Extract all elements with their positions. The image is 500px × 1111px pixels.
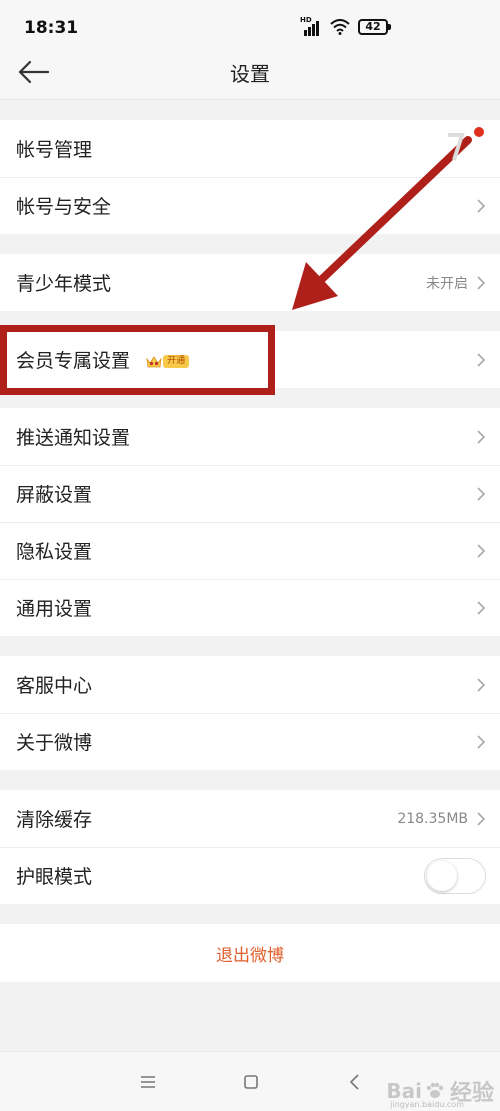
status-time: 18:31	[24, 18, 79, 38]
annotation-highlight-box	[0, 325, 275, 395]
eye-mode-toggle[interactable]	[424, 857, 486, 894]
nav-bar: 设置	[0, 60, 500, 100]
baidu-watermark: Bai 经验 jingyan.baidu.com	[386, 1075, 494, 1109]
account-manage-row[interactable]: 帐号管理	[0, 120, 500, 177]
cache-group: 清除缓存 218.35MB 护眼模式	[0, 790, 500, 904]
about-row[interactable]: 关于微博	[0, 713, 500, 770]
clear-cache-row[interactable]: 清除缓存 218.35MB	[0, 790, 500, 847]
push-settings-label: 推送通知设置	[16, 427, 131, 449]
paw-icon	[426, 1082, 444, 1098]
account-security-label: 帐号与安全	[16, 196, 112, 218]
customer-service-label: 客服中心	[16, 675, 93, 697]
page-title: 设置	[230, 62, 270, 86]
youth-group: 青少年模式 未开启	[0, 254, 500, 311]
customer-service-row[interactable]: 客服中心	[0, 656, 500, 713]
account-group: 帐号管理 帐号与安全	[0, 120, 500, 234]
chevron-right-icon	[477, 677, 486, 692]
toggle-knob	[427, 860, 457, 891]
privacy-settings-label: 隐私设置	[16, 541, 93, 563]
chevron-right-icon	[477, 352, 486, 367]
wifi-icon	[330, 19, 350, 35]
eye-mode-label: 护眼模式	[16, 866, 93, 888]
block-settings-row[interactable]: 屏蔽设置	[0, 465, 500, 522]
chevron-right-icon	[477, 811, 486, 826]
chevron-right-icon	[477, 486, 486, 501]
chevron-right-icon	[477, 600, 486, 615]
youth-mode-status: 未开启	[426, 275, 468, 292]
status-icons: HD 42	[300, 16, 391, 36]
clear-cache-label: 清除缓存	[16, 809, 93, 831]
block-settings-label: 屏蔽设置	[16, 484, 93, 506]
home-icon[interactable]	[241, 1072, 261, 1092]
help-group: 客服中心 关于微博	[0, 656, 500, 770]
red-dot-indicator	[474, 127, 484, 137]
watermark-url: jingyan.baidu.com	[390, 1100, 464, 1109]
signal-icon: HD	[300, 16, 322, 36]
battery-icon: 42	[358, 19, 391, 35]
chevron-right-icon	[477, 198, 486, 213]
back-icon[interactable]	[345, 1072, 365, 1092]
status-bar: 18:31 HD 42	[0, 0, 500, 60]
chevron-right-icon	[477, 543, 486, 558]
chevron-right-icon	[477, 275, 486, 290]
youth-mode-row[interactable]: 青少年模式 未开启	[0, 254, 500, 311]
general-settings-row[interactable]: 通用设置	[0, 579, 500, 636]
eye-mode-row: 护眼模式	[0, 847, 500, 904]
push-settings-row[interactable]: 推送通知设置	[0, 408, 500, 465]
general-settings-label: 通用设置	[16, 598, 93, 620]
account-security-row[interactable]: 帐号与安全	[0, 177, 500, 234]
account-manage-label: 帐号管理	[16, 139, 93, 161]
menu-icon[interactable]	[138, 1072, 158, 1092]
settings-group: 推送通知设置 屏蔽设置 隐私设置 通用设置	[0, 408, 500, 636]
youth-mode-label: 青少年模式	[16, 273, 112, 295]
about-label: 关于微博	[16, 732, 93, 754]
privacy-settings-row[interactable]: 隐私设置	[0, 522, 500, 579]
chevron-right-icon	[477, 429, 486, 444]
chevron-right-icon	[477, 734, 486, 749]
cache-size: 218.35MB	[397, 810, 468, 827]
logout-button[interactable]: 退出微博	[0, 924, 500, 982]
